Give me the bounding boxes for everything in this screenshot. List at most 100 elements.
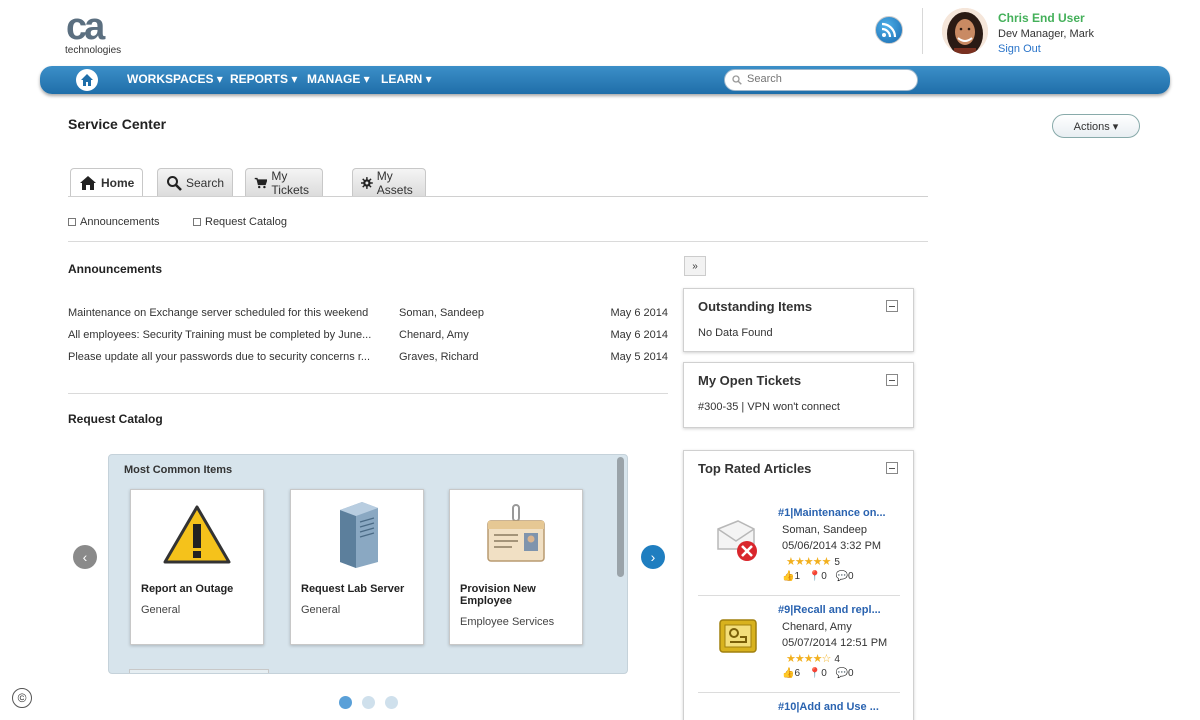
announcement-title[interactable]: Maintenance on Exchange server scheduled…: [68, 307, 368, 319]
announcement-row[interactable]: Please update all your passwords due to …: [68, 351, 668, 367]
nav-manage-menu[interactable]: MANAGE ▾: [307, 72, 370, 86]
announcement-date: May 5 2014: [610, 351, 668, 363]
catalog-item-title: Report an Outage: [141, 583, 234, 595]
catalog-prev-arrow-icon[interactable]: ‹: [73, 545, 97, 569]
up-count: 1: [794, 571, 801, 582]
ca-technologies-logo[interactable]: ca technologies: [64, 6, 124, 56]
logo-mark: ca: [66, 6, 105, 48]
announcement-row[interactable]: All employees: Security Training must be…: [68, 329, 668, 345]
tab-my-tickets-label: My Tickets: [271, 168, 309, 197]
user-avatar[interactable]: [942, 8, 988, 54]
cart-icon: [254, 177, 268, 188]
carousel-page-dot-1[interactable]: [339, 696, 352, 709]
article-item: #10|Add and Use ...: [698, 693, 900, 720]
up-count: 6: [794, 668, 801, 679]
minimize-icon[interactable]: [886, 374, 898, 386]
panel-title: Outstanding Items: [698, 299, 813, 314]
catalog-item-partial: [129, 669, 269, 673]
article-link[interactable]: #9|Recall and repl...: [778, 604, 881, 616]
article-item: #9|Recall and repl... Chenard, Amy 05/07…: [698, 596, 900, 692]
announcements-heading: Announcements: [68, 262, 163, 276]
carousel-page-dot-2[interactable]: [362, 696, 375, 709]
tab-home-label: Home: [101, 176, 135, 190]
article-date: 05/06/2014 3:32 PM: [782, 540, 882, 552]
catalog-item-category: General: [301, 604, 341, 616]
sign-out-link[interactable]: Sign Out: [998, 43, 1041, 55]
announcement-title[interactable]: All employees: Security Training must be…: [68, 329, 371, 341]
header-divider: [922, 8, 923, 54]
catalog-carousel: Most Common Items Report an Outage Gener…: [108, 454, 628, 674]
announcement-row[interactable]: Maintenance on Exchange server scheduled…: [68, 307, 668, 323]
collapse-box-icon: [68, 218, 76, 226]
comment-count: 0: [848, 668, 854, 679]
search-icon: [732, 75, 742, 85]
main-navigation-bar: WORKSPACES ▾ REPORTS ▾ MANAGE ▾ LEARN ▾: [40, 66, 1170, 94]
catalog-item-report-outage[interactable]: Report an Outage General: [130, 489, 264, 645]
home-icon[interactable]: [76, 69, 98, 91]
gear-icon: [361, 176, 373, 189]
tab-my-assets[interactable]: My Assets: [352, 168, 427, 197]
catalog-item-title: Provision New Employee: [460, 583, 536, 607]
catalog-item-title: Request Lab Server: [301, 583, 405, 595]
expand-panels-button[interactable]: »: [684, 256, 706, 276]
article-link[interactable]: #10|Add and Use ...: [778, 701, 879, 713]
jump-link-announcements[interactable]: Announcements: [68, 216, 160, 228]
magnifier-icon: [167, 175, 182, 191]
catalog-group-title: Most Common Items: [124, 464, 233, 476]
nav-reports-menu[interactable]: REPORTS ▾: [230, 72, 297, 86]
comment-icon[interactable]: 💬0: [836, 668, 854, 679]
id-badge-icon: [480, 500, 552, 570]
house-icon: [80, 176, 96, 190]
nav-workspaces-menu[interactable]: WORKSPACES ▾: [127, 72, 223, 86]
thumbs-down-icon[interactable]: 📍0: [809, 571, 827, 582]
tab-divider: [68, 196, 928, 197]
star-icons: ★★★★☆: [786, 653, 831, 665]
panel-title: My Open Tickets: [698, 373, 802, 388]
catalog-next-arrow-icon[interactable]: ›: [641, 545, 665, 569]
rss-feed-icon[interactable]: [875, 16, 903, 44]
jump-link-announcements-label: Announcements: [80, 216, 160, 228]
comment-icon[interactable]: 💬0: [836, 571, 854, 582]
thumbs-up-icon[interactable]: 👍1: [782, 571, 800, 582]
ticket-link[interactable]: #300-35 | VPN won't connect: [698, 401, 840, 413]
tab-my-tickets[interactable]: My Tickets: [245, 168, 323, 197]
carousel-page-dot-3[interactable]: [385, 696, 398, 709]
article-feedback-stats: 👍1 📍0 💬0: [782, 571, 860, 582]
tab-search[interactable]: Search: [157, 168, 234, 196]
jump-link-request-catalog[interactable]: Request Catalog: [193, 216, 287, 228]
down-count: 0: [821, 571, 827, 582]
actions-dropdown-button[interactable]: Actions ▾: [1052, 114, 1140, 138]
catalog-scrollbar[interactable]: [617, 457, 624, 577]
page-title: Service Center: [68, 116, 167, 132]
rating-value: 5: [834, 557, 840, 568]
thumbs-down-icon[interactable]: 📍0: [809, 668, 827, 679]
rating-value: 4: [834, 654, 840, 665]
article-feedback-stats: 👍6 📍0 💬0: [782, 668, 860, 679]
catalog-item-category: Employee Services: [460, 616, 555, 628]
announcement-author: Chenard, Amy: [399, 329, 469, 341]
global-search-input[interactable]: [747, 73, 907, 85]
logo-subtitle: technologies: [65, 45, 122, 56]
outstanding-items-panel: Outstanding Items No Data Found: [683, 288, 914, 352]
thumbs-up-icon[interactable]: 👍6: [782, 668, 800, 679]
catalog-item-provision-employee[interactable]: Provision New Employee Employee Services: [449, 489, 583, 645]
catalog-item-lab-server[interactable]: Request Lab Server General: [290, 489, 424, 645]
announcement-date: May 6 2014: [610, 329, 668, 341]
minimize-icon[interactable]: [886, 300, 898, 312]
nav-learn-menu[interactable]: LEARN ▾: [381, 72, 432, 86]
jump-link-request-catalog-label: Request Catalog: [205, 216, 287, 228]
collapse-box-icon: [193, 218, 201, 226]
top-rated-articles-panel: Top Rated Articles #1|Maintenance on... …: [683, 450, 914, 720]
tab-search-label: Search: [186, 175, 225, 190]
tab-home[interactable]: Home: [70, 168, 144, 197]
tab-my-assets-label: My Assets: [376, 168, 413, 197]
article-author: Soman, Sandeep: [782, 524, 868, 536]
announcement-title[interactable]: Please update all your passwords due to …: [68, 351, 370, 363]
article-link[interactable]: #1|Maintenance on...: [778, 507, 886, 519]
announcement-author: Soman, Sandeep: [399, 307, 485, 319]
certificate-icon: [714, 612, 762, 660]
global-search-box: [724, 69, 918, 91]
minimize-icon[interactable]: [886, 462, 898, 474]
article-star-rating: ★★★★☆ 4: [786, 652, 840, 665]
star-icons: ★★★★★: [786, 556, 831, 568]
